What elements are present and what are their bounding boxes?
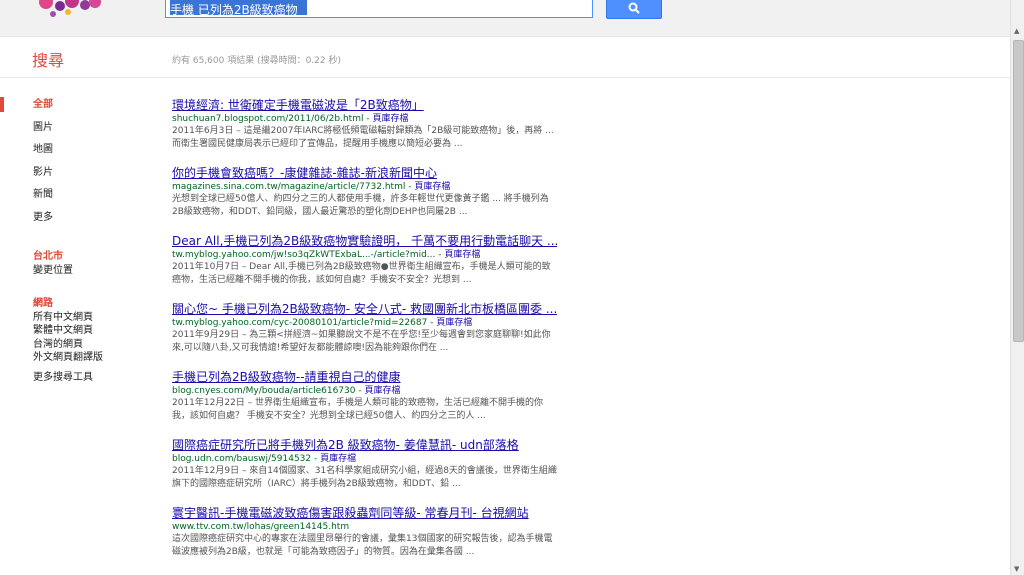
nav-more[interactable]: 更多	[0, 208, 150, 231]
result-url: shuchuan7.blogspot.com/2011/06/2b.html -…	[172, 114, 409, 124]
nav-videos[interactable]: 影片	[0, 163, 150, 186]
more-search-tools-link[interactable]: 更多搜尋工具	[33, 371, 93, 385]
result-url: www.ttv.com.tw/lohas/green14145.htm	[172, 521, 557, 533]
search-box[interactable]	[165, 0, 594, 18]
result-cache-link[interactable]: 頁庫存檔	[372, 114, 408, 124]
result-snippet: 2011年12月22日 – 世界衛生組織宣布，手機是人類可能的致癌物，生活已經離…	[172, 398, 544, 421]
scroll-up-arrow-icon[interactable]: ▲	[1014, 27, 1019, 35]
result-snippet: 2011年6月3日 – 這是繼2007年IARC將極低頻電磁輻射歸類為「2B級可…	[172, 126, 554, 149]
search-result: 國際癌症研究所已將手機列為2B 級致癌物- 姜偉慧訊- udn部落格 blog.…	[172, 438, 557, 506]
scroll-down-arrow-icon[interactable]: ▼	[1014, 565, 1019, 573]
scrollbar-thumb[interactable]	[1013, 40, 1024, 342]
result-url-text: shuchuan7.blogspot.com/2011/06/2b.html	[172, 114, 364, 124]
result-url-text: tw.myblog.yahoo.com/cyc-20080101/article…	[172, 318, 428, 328]
filter-taiwan-pages[interactable]: 台灣的網頁	[33, 338, 103, 352]
nav-news[interactable]: 新聞	[0, 185, 150, 208]
filter-traditional-chinese[interactable]: 繁體中文網頁	[33, 324, 103, 338]
result-url: tw.myblog.yahoo.com/cyc-20080101/article…	[172, 318, 473, 328]
search-results: 環境經濟: 世衛確定手機電磁波是「2B致癌物」 shuchuan7.blogsp…	[172, 98, 557, 574]
result-title-link[interactable]: 手機已列為2B級致癌物--請重視自己的健康	[172, 370, 557, 384]
result-title-link[interactable]: Dear All,手機已列為2B級致癌物實驗證明， 千萬不要用行動電話聊天 ..…	[172, 234, 557, 248]
result-cache-link[interactable]: 頁庫存檔	[414, 182, 450, 192]
left-navigation: 全部 圖片 地圖 影片 新聞 更多	[0, 95, 150, 230]
location-title: 台北市	[33, 251, 63, 262]
result-url: blog.udn.com/bauswj/5914532 - 頁庫存檔	[172, 454, 357, 464]
search-result: 關心您~ 手機已列為2B級致癌物- 安全八式- 救國團新北市板橋區團委 ... …	[172, 302, 557, 370]
nav-images[interactable]: 圖片	[0, 118, 150, 141]
search-result: Dear All,手機已列為2B級致癌物實驗證明， 千萬不要用行動電話聊天 ..…	[172, 234, 557, 302]
search-result: 手機已列為2B級致癌物--請重視自己的健康 blog.cnyes.com/My/…	[172, 370, 557, 438]
result-cache-link[interactable]: 頁庫存檔	[320, 454, 356, 464]
search-brand-label: 搜尋	[32, 51, 65, 70]
result-url: magazines.sina.com.tw/magazine/article/7…	[172, 182, 451, 192]
search-result: 你的手機會致癌嗎？-康健雜誌-雜誌-新浪新聞中心 magazines.sina.…	[172, 166, 557, 234]
search-result: 環境經濟: 世衛確定手機電磁波是「2B致癌物」 shuchuan7.blogsp…	[172, 98, 557, 166]
results-toolbar: 搜尋 約有 65,600 項結果 (搜尋時間：0.22 秒)	[0, 37, 1010, 78]
web-filter-section: 網路 所有中文網頁 繁體中文網頁 台灣的網頁 外文網頁翻譯版	[33, 297, 103, 365]
result-snippet: 這次國際癌症研究中心的專家在法國里昂舉行的會議，彙集13個國家的研究報告後，認為…	[172, 534, 553, 557]
result-cache-link[interactable]: 頁庫存檔	[444, 250, 480, 260]
result-snippet: 2011年9月29日 – 為三顆<拼經濟~如果聽說文不是不在乎您!至少每週會到您…	[172, 330, 551, 353]
result-stats: 約有 65,600 項結果 (搜尋時間：0.22 秒)	[172, 56, 341, 66]
search-button[interactable]	[606, 0, 662, 19]
top-bar	[0, 0, 1010, 37]
result-url-text: www.ttv.com.tw/lohas/green14145.htm	[172, 522, 350, 532]
result-snippet: 光想到全球已經50億人、約四分之三的人都使用手機，許多年輕世代更像黃子鑑 ...…	[172, 194, 549, 217]
filter-all-chinese[interactable]: 所有中文網頁	[33, 311, 103, 325]
result-title-link[interactable]: 你的手機會致癌嗎？-康健雜誌-雜誌-新浪新聞中心	[172, 166, 557, 180]
result-url-text: tw.myblog.yahoo.com/jw!so3qZkWTExbaL...-…	[172, 250, 436, 260]
search-icon	[628, 2, 640, 14]
nav-all[interactable]: 全部	[0, 95, 150, 118]
result-url: blog.cnyes.com/My/bouda/article616730 - …	[172, 386, 401, 396]
nav-maps[interactable]: 地圖	[0, 140, 150, 163]
result-url-text: blog.cnyes.com/My/bouda/article616730	[172, 386, 356, 396]
google-logo[interactable]	[38, 0, 118, 22]
result-cache-link[interactable]: 頁庫存檔	[365, 386, 401, 396]
result-url-text: magazines.sina.com.tw/magazine/article/7…	[172, 182, 406, 192]
result-url-text: blog.udn.com/bauswj/5914532	[172, 454, 312, 464]
result-snippet: 2011年12月9日 – 來自14個國家、31名科學家組成研究小組，經過8天的會…	[172, 466, 557, 489]
location-section: 台北市 變更位置	[33, 250, 73, 277]
search-result: 寰宇醫訊-手機電磁波致癌傷害跟殺蟲劑同等級- 常春月刊- 台視網站 www.tt…	[172, 506, 557, 574]
result-title-link[interactable]: 環境經濟: 世衛確定手機電磁波是「2B致癌物」	[172, 98, 557, 112]
filter-translated-foreign[interactable]: 外文網頁翻譯版	[33, 351, 103, 365]
result-cache-link[interactable]: 頁庫存檔	[436, 318, 472, 328]
result-title-link[interactable]: 關心您~ 手機已列為2B級致癌物- 安全八式- 救國團新北市板橋區團委 ...	[172, 302, 557, 316]
web-filter-title: 網路	[33, 298, 53, 309]
search-input[interactable]	[166, 1, 594, 18]
result-url: tw.myblog.yahoo.com/jw!so3qZkWTExbaL...-…	[172, 250, 481, 260]
vertical-scrollbar[interactable]: ▲ ▼	[1010, 0, 1024, 575]
change-location-link[interactable]: 變更位置	[33, 264, 73, 278]
result-snippet: 2011年10月7日 – Dear All,手機已列為2B級致癌物●世界衛生組織…	[172, 262, 551, 285]
result-title-link[interactable]: 國際癌症研究所已將手機列為2B 級致癌物- 姜偉慧訊- udn部落格	[172, 438, 557, 452]
result-title-link[interactable]: 寰宇醫訊-手機電磁波致癌傷害跟殺蟲劑同等級- 常春月刊- 台視網站	[172, 506, 557, 520]
